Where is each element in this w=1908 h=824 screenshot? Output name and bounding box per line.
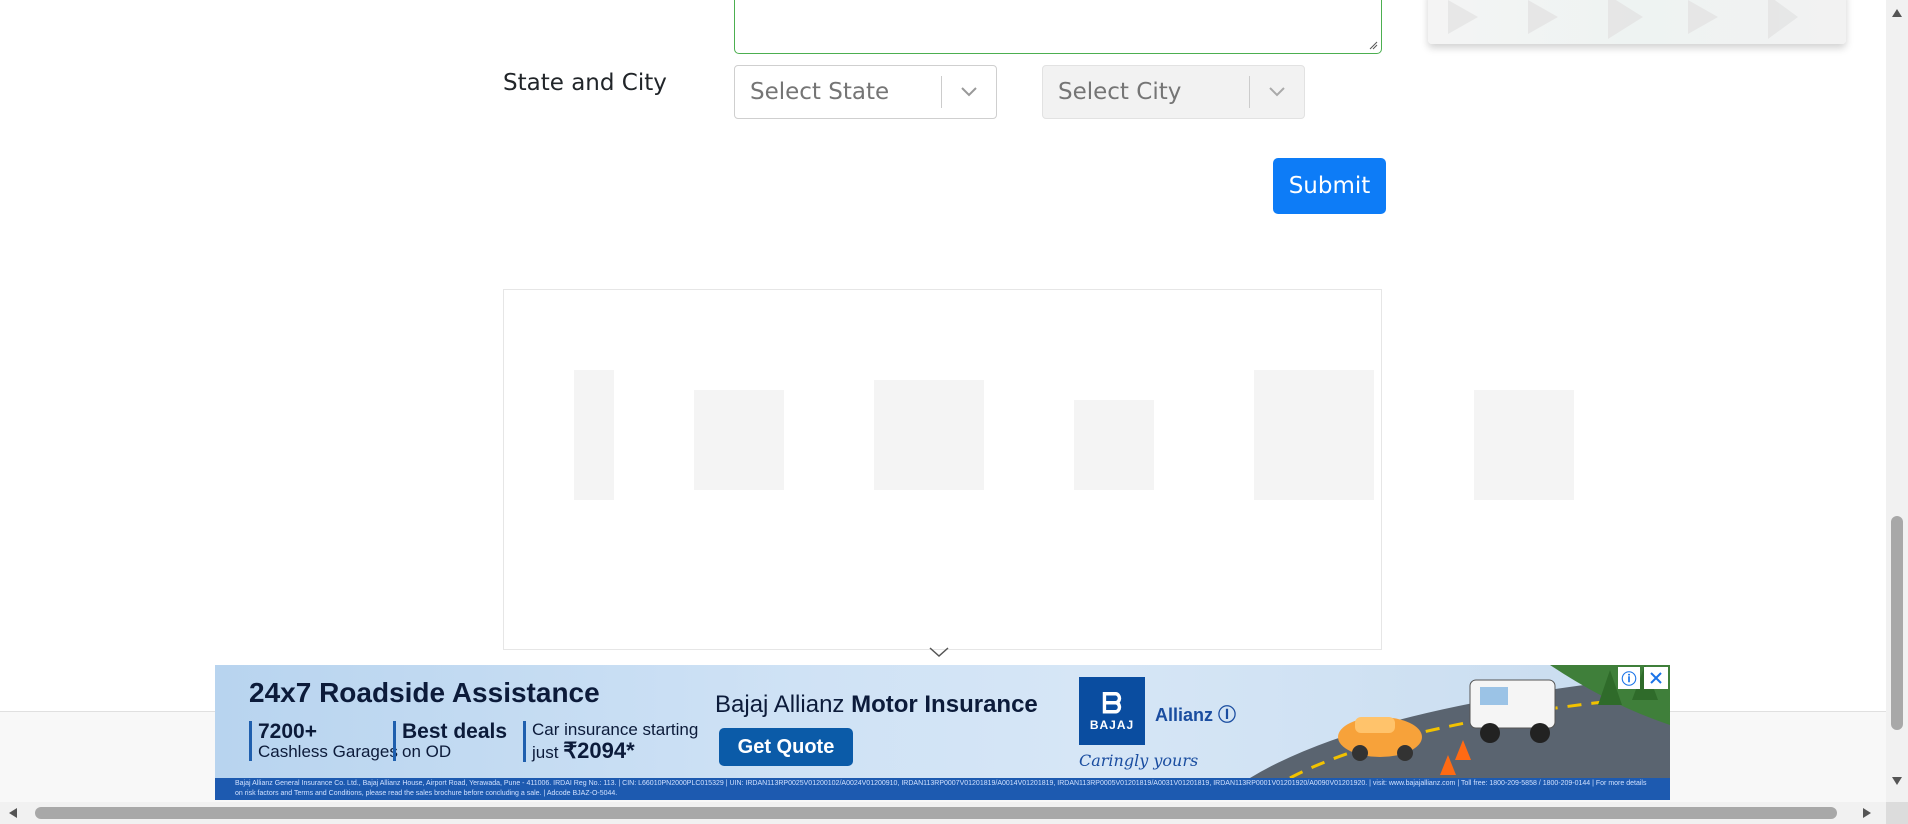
state-select[interactable]: Select State: [734, 65, 997, 119]
side-promo-card: [1428, 0, 1846, 44]
ad-brand-product: Motor Insurance: [851, 691, 1038, 718]
horizontal-scrollbar[interactable]: [0, 802, 1886, 824]
state-city-label: State and City: [503, 70, 667, 96]
ad-stat-caption: on OD: [402, 742, 452, 762]
resize-grip-icon[interactable]: [1368, 40, 1378, 50]
ad-brand-line: Bajaj Allianz Motor Insurance: [715, 691, 1038, 719]
ad-stat-caption: Cashless Garages: [258, 742, 398, 762]
ad-stat-garages: 7200+ Cashless Garages: [249, 720, 398, 762]
roadside-truck-illustration: [1250, 665, 1670, 778]
ad-price-value: ₹2094*: [563, 737, 635, 763]
scroll-down-arrow-icon[interactable]: [1891, 776, 1903, 786]
ad-stat-value: Best deals: [402, 720, 508, 743]
allianz-emblem-icon: Ⓘ: [1218, 705, 1237, 725]
scroll-up-arrow-icon[interactable]: [1891, 8, 1903, 18]
vertical-scroll-thumb[interactable]: [1891, 516, 1903, 730]
chevron-down-icon[interactable]: [1250, 86, 1304, 98]
chevron-down-icon[interactable]: [928, 645, 950, 659]
message-textarea[interactable]: [734, 0, 1382, 54]
ad-price-prefix: just: [532, 742, 564, 762]
banner-ad[interactable]: 24x7 Roadside Assistance 7200+ Cashless …: [215, 665, 1670, 800]
faded-ad-graphic: [574, 370, 1574, 500]
ad-stat-caption: Car insurance starting: [532, 720, 699, 739]
ad-headline: 24x7 Roadside Assistance: [249, 677, 600, 708]
ad-stat-price: Car insurance starting just ₹2094*: [523, 721, 698, 762]
horizontal-scroll-thumb[interactable]: [35, 807, 1837, 819]
city-select[interactable]: Select City: [1042, 65, 1305, 119]
chevron-down-icon[interactable]: [942, 86, 996, 98]
ad-placeholder-frame: [503, 289, 1574, 650]
scrollbar-corner: [1886, 802, 1908, 824]
allianz-label: Allianz: [1155, 705, 1214, 725]
bajaj-logo-word: BAJAJ: [1089, 718, 1135, 732]
bajaj-logo-mark: ᗷ: [1101, 688, 1123, 719]
city-select-placeholder: Select City: [1058, 79, 1182, 105]
pattern-decoration: [1448, 0, 1798, 39]
page-viewport: State and City Select State Select City …: [0, 0, 1886, 802]
ad-info-icon[interactable]: ⓘ: [1618, 667, 1640, 689]
ad-stat-value: 7200+: [258, 720, 317, 743]
ad-disclaimer: Bajaj Allianz General Insurance Co. Ltd.…: [215, 778, 1670, 800]
submit-button[interactable]: Submit: [1273, 158, 1386, 214]
state-select-placeholder: Select State: [750, 79, 890, 105]
ad-tagline: Caringly yours: [1079, 751, 1199, 770]
ad-price-line: just ₹2094*: [532, 739, 698, 762]
close-icon[interactable]: [1644, 667, 1668, 689]
get-quote-button[interactable]: Get Quote: [719, 728, 853, 766]
allianz-logo: Allianz Ⓘ: [1155, 701, 1236, 727]
scroll-left-arrow-icon[interactable]: [8, 807, 18, 819]
vertical-scrollbar[interactable]: [1886, 0, 1908, 802]
scroll-right-arrow-icon[interactable]: [1862, 807, 1872, 819]
bajaj-logo: ᗷ BAJAJ: [1079, 677, 1145, 745]
ad-brand-prefix: Bajaj Allianz: [715, 691, 852, 718]
ad-stat-deals: Best deals on OD: [393, 720, 508, 762]
